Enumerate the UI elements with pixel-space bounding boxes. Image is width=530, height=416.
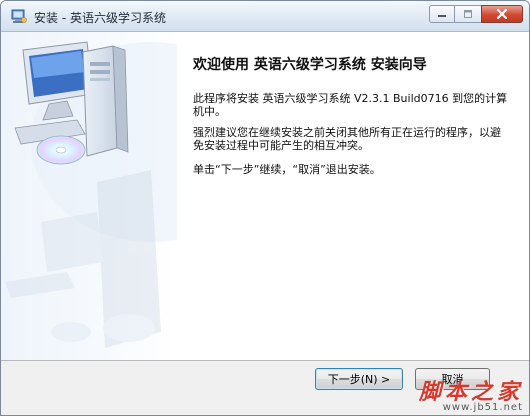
install-info-text: 此程序将安装 英语六级学习系统 V2.3.1 Build0716 到您的计算机中… [193,92,508,118]
minimize-button[interactable] [429,5,455,23]
installer-window: 安装 - 英语六级学习系统 欢迎使用 英语六级学习系统 安装向导 此程序将安装 … [0,0,530,416]
caption-buttons [429,5,523,25]
close-button[interactable] [481,5,523,23]
computer-illustration [5,41,177,348]
button-bar: 下一步(N) > 取消 脚本之家 www.jb51.net [1,360,529,415]
window-title: 安装 - 英语六级学习系统 [34,11,166,25]
close-icon [496,8,508,20]
welcome-page: 欢迎使用 英语六级学习系统 安装向导 此程序将安装 英语六级学习系统 V2.3.… [177,32,529,360]
welcome-heading: 欢迎使用 英语六级学习系统 安装向导 [193,57,427,73]
tower-shape [82,45,129,157]
close-programs-text: 强烈建议您在继续安装之前关闭其他所有正在运行的程序，以避免安装过程中可能产生的相… [193,126,501,152]
title-bar[interactable]: 安装 - 英语六级学习系统 [1,1,529,32]
wizard-side-image [1,32,177,360]
instruction-text: 单击“下一步”继续，“取消”退出安装。 [193,163,381,176]
site-watermark: 脚本之家 www.jb51.net [419,374,523,413]
maximize-icon [464,10,472,18]
installer-app-icon [11,9,27,23]
minimize-icon [438,15,446,17]
maximize-button[interactable] [455,5,481,23]
next-button[interactable]: 下一步(N) > [315,368,403,390]
